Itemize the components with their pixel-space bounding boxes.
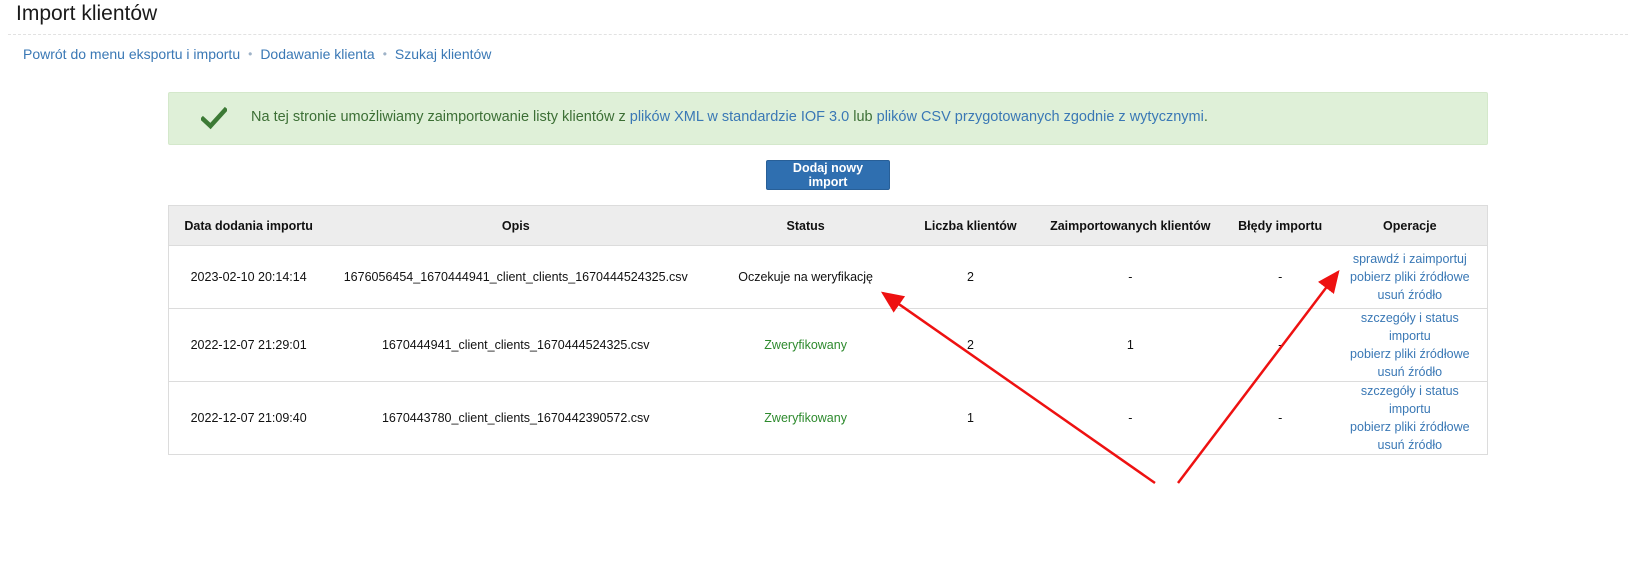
cell-imported-count: -: [1032, 381, 1228, 455]
success-alert: Na tej stronie umożliwiamy zaimportowani…: [168, 92, 1488, 145]
cell-date: 2023-02-10 20:14:14: [168, 245, 329, 309]
cell-status: Zweryfikowany: [703, 381, 909, 455]
breadcrumb-link-back-to-menu[interactable]: Powrót do menu eksportu i importu: [23, 46, 240, 62]
cell-errors: -: [1227, 308, 1333, 382]
xml-format-link[interactable]: plików XML w standardzie IOF 3.0: [630, 109, 849, 125]
download-source-files-link[interactable]: pobierz pliki źródłowe: [1339, 345, 1481, 363]
breadcrumb-separator: •: [248, 47, 253, 61]
page-title: Import klientów: [16, 2, 158, 25]
import-details-link[interactable]: szczegóły i status importu: [1339, 382, 1481, 418]
cell-errors: -: [1227, 245, 1333, 309]
breadcrumb: Powrót do menu eksportu i importu • Doda…: [23, 46, 491, 62]
cell-client-count: 1: [908, 381, 1033, 455]
table-row: 2022-12-07 21:29:01 1670444941_client_cl…: [168, 308, 1488, 382]
cell-description: 1670443780_client_clients_1670442390572.…: [328, 381, 704, 455]
header-import-errors: Błędy importu: [1227, 205, 1333, 246]
table-row: 2022-12-07 21:09:40 1670443780_client_cl…: [168, 381, 1488, 455]
alert-message: Na tej stronie umożliwiamy zaimportowani…: [251, 109, 1208, 125]
cell-description: 1670444941_client_clients_1670444524325.…: [328, 308, 704, 382]
cell-operations: szczegóły i status importu pobierz pliki…: [1332, 308, 1488, 382]
alert-text-before: Na tej stronie umożliwiamy zaimportowani…: [251, 109, 630, 125]
alert-text-after: .: [1203, 109, 1208, 125]
alert-text-middle: lub: [849, 109, 877, 125]
delete-source-link[interactable]: usuń źródło: [1339, 363, 1481, 381]
cell-operations: szczegóły i status importu pobierz pliki…: [1332, 381, 1488, 455]
cell-status: Oczekuje na weryfikację: [703, 245, 909, 309]
cell-client-count: 2: [908, 308, 1033, 382]
cell-status: Zweryfikowany: [703, 308, 909, 382]
header-operations: Operacje: [1332, 205, 1488, 246]
cell-client-count: 2: [908, 245, 1033, 309]
download-source-files-link[interactable]: pobierz pliki źródłowe: [1339, 418, 1481, 436]
table-header-row: Data dodania importu Opis Status Liczba …: [168, 205, 1488, 246]
cell-imported-count: 1: [1032, 308, 1228, 382]
add-new-import-button[interactable]: Dodaj nowy import: [766, 160, 890, 190]
download-source-files-link[interactable]: pobierz pliki źródłowe: [1339, 268, 1481, 286]
title-divider: [8, 34, 1628, 35]
csv-guidelines-link[interactable]: plików CSV przygotowanych zgodnie z wyty…: [877, 109, 1204, 125]
header-import-date: Data dodania importu: [168, 205, 329, 246]
header-imported-clients: Zaimportowanych klientów: [1032, 205, 1228, 246]
delete-source-link[interactable]: usuń źródło: [1339, 286, 1481, 304]
header-status: Status: [703, 205, 909, 246]
header-description: Opis: [328, 205, 704, 246]
cell-imported-count: -: [1032, 245, 1228, 309]
delete-source-link[interactable]: usuń źródło: [1339, 436, 1481, 454]
cell-operations: sprawdź i zaimportuj pobierz pliki źródł…: [1332, 245, 1488, 309]
check-icon: [201, 106, 227, 130]
header-client-count: Liczba klientów: [908, 205, 1033, 246]
verify-and-import-link[interactable]: sprawdź i zaimportuj: [1339, 250, 1481, 268]
imports-table: Data dodania importu Opis Status Liczba …: [168, 205, 1488, 455]
breadcrumb-separator: •: [382, 47, 387, 61]
cell-date: 2022-12-07 21:09:40: [168, 381, 329, 455]
table-row: 2023-02-10 20:14:14 1676056454_167044494…: [168, 245, 1488, 309]
breadcrumb-link-add-client[interactable]: Dodawanie klienta: [260, 46, 374, 62]
import-details-link[interactable]: szczegóły i status importu: [1339, 309, 1481, 345]
cell-description: 1676056454_1670444941_client_clients_167…: [328, 245, 704, 309]
breadcrumb-link-search-clients[interactable]: Szukaj klientów: [395, 46, 492, 62]
cell-errors: -: [1227, 381, 1333, 455]
cell-date: 2022-12-07 21:29:01: [168, 308, 329, 382]
